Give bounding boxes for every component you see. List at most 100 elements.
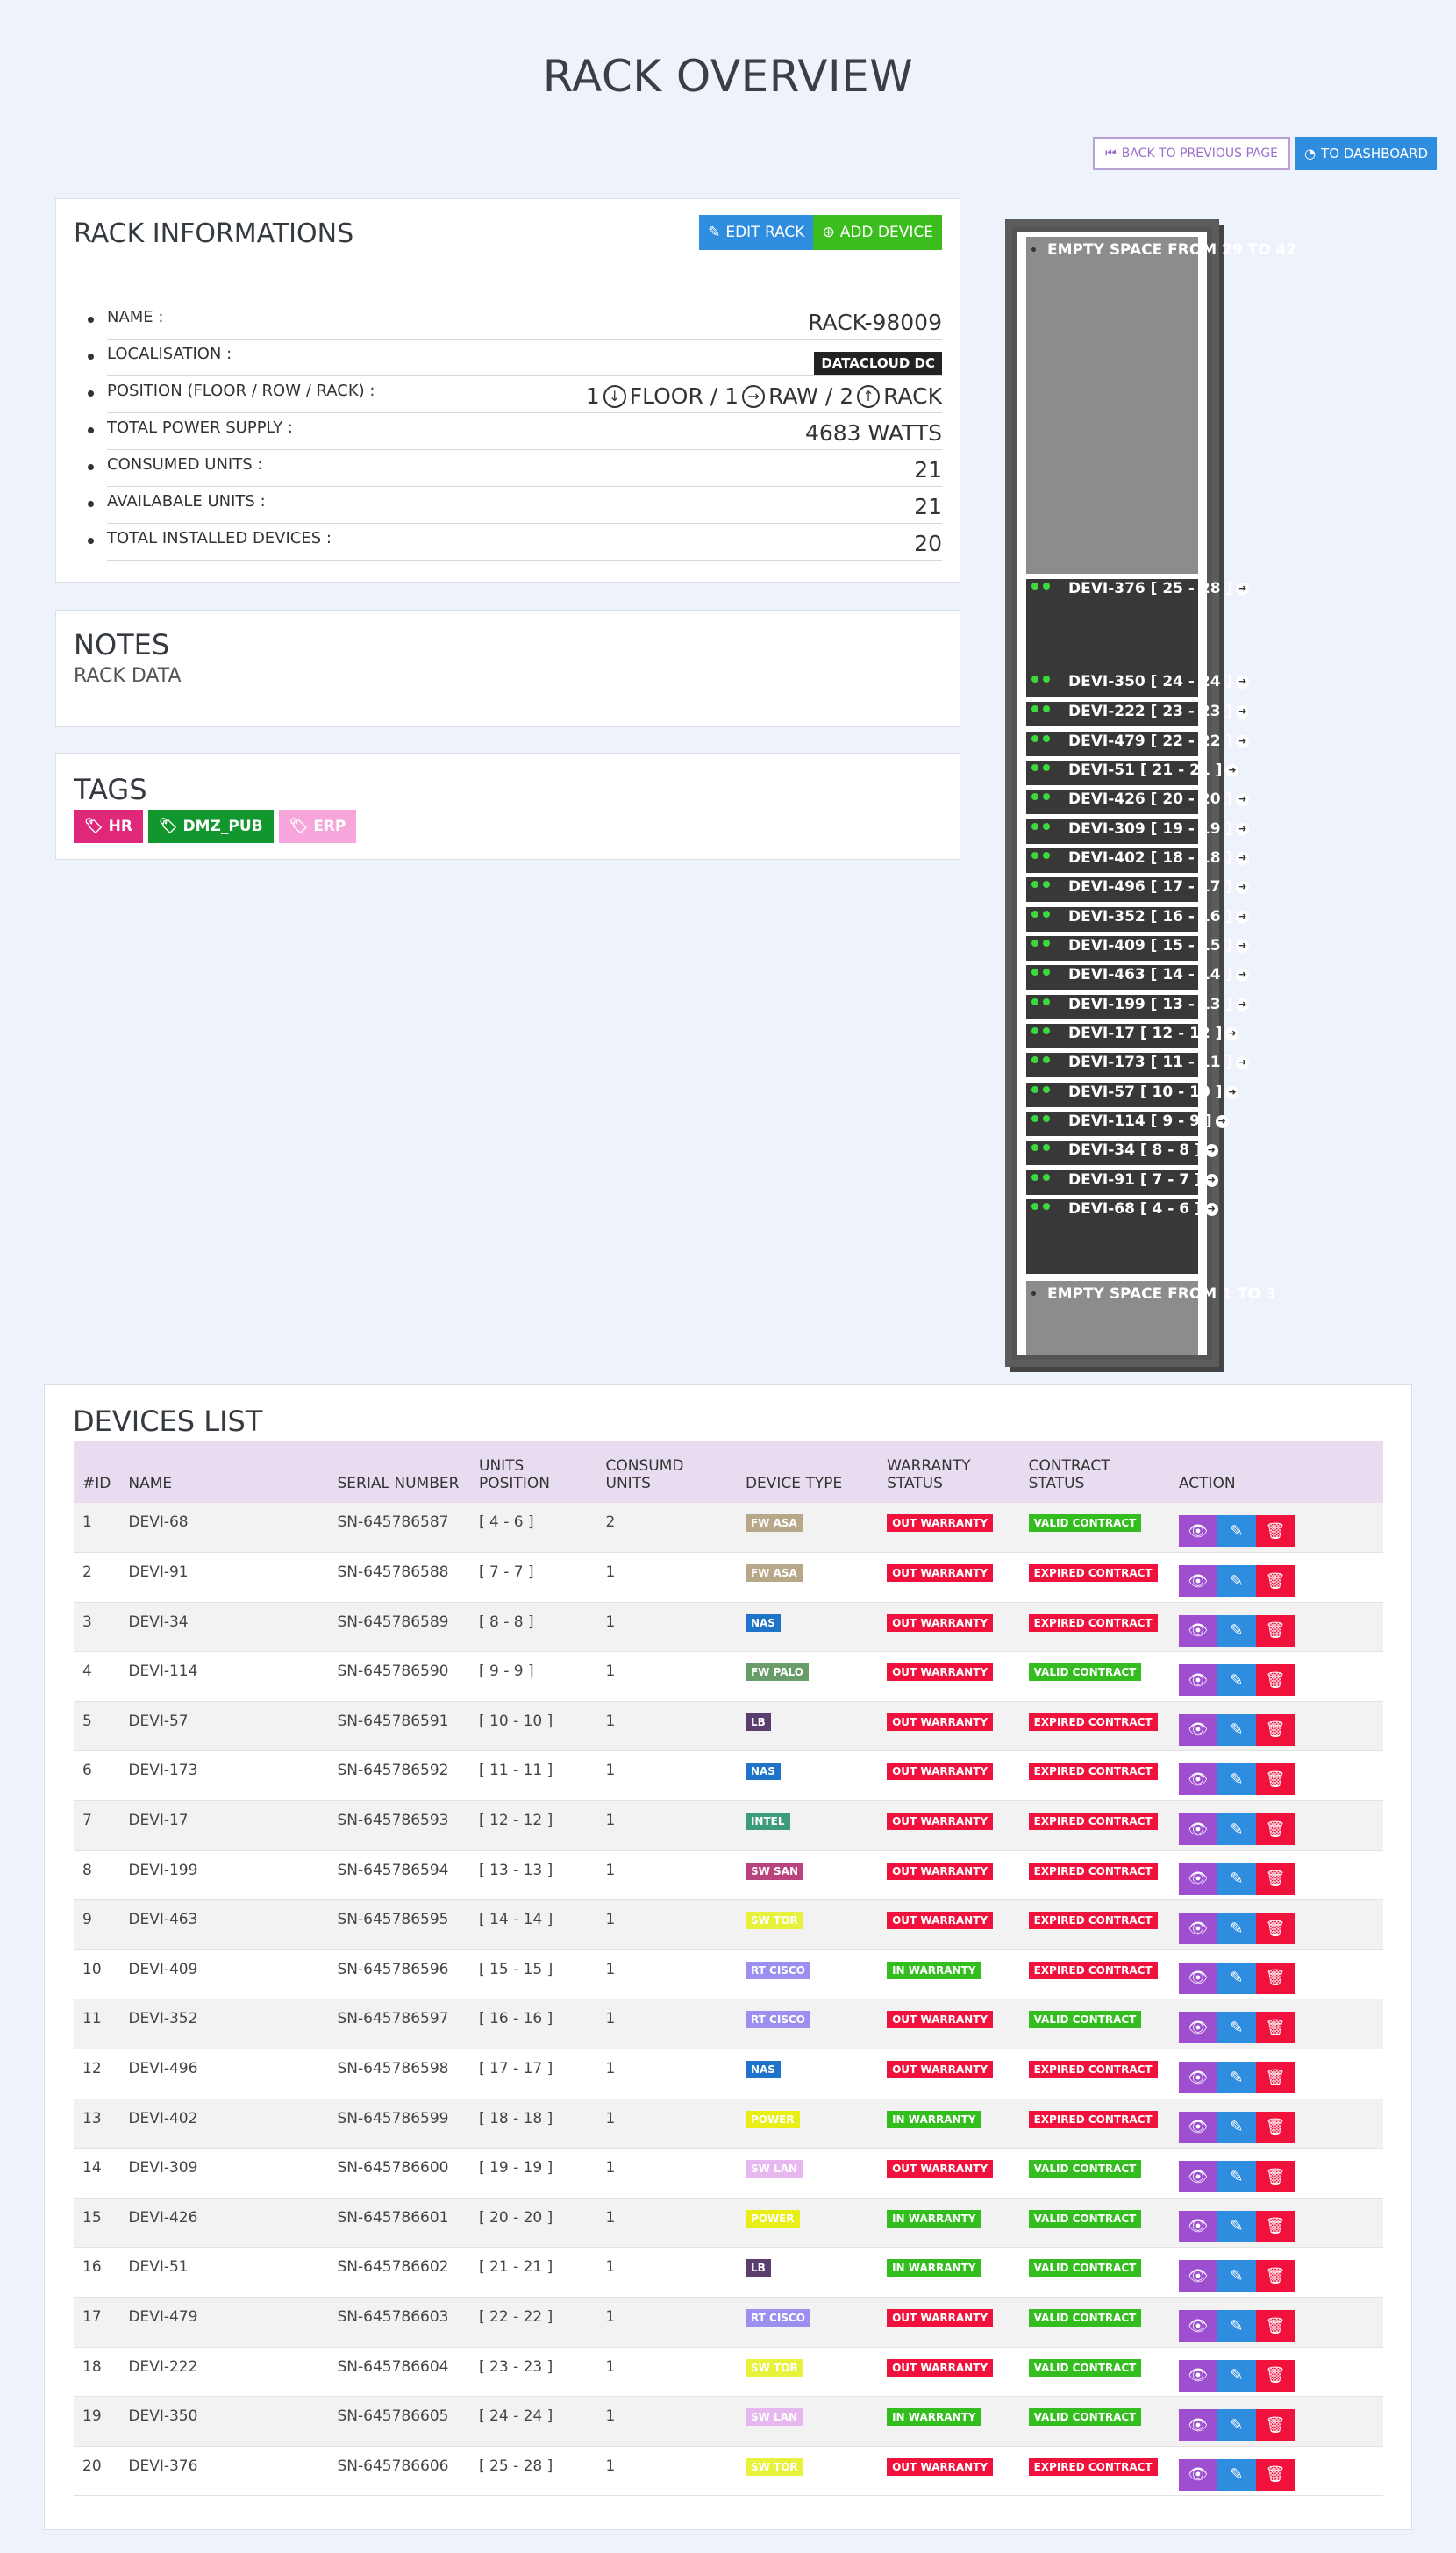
serial-number: SN-645786597 [337,2010,449,2028]
tag-hr[interactable]: 🏷 HR [74,810,143,843]
view-button[interactable]: 👁 [1178,1913,1217,1945]
row-id: 6 [82,1762,92,1780]
tag-erp[interactable]: 🏷 ERP [278,810,357,843]
edit-button[interactable]: ✎ [1217,1763,1256,1796]
view-button[interactable]: 👁 [1178,1863,1217,1895]
delete-button[interactable]: 🗑 [1255,1763,1295,1796]
edit-button[interactable]: ✎ [1217,1664,1256,1697]
rack-slot[interactable]: DEVI-402 [ 18 - 18 ] ➜ [1026,848,1250,873]
led-icon [1031,881,1038,888]
action-buttons: 👁 ✎ 🗑 [1178,2161,1374,2193]
edit-button[interactable]: ✎ [1217,1565,1256,1598]
delete-button[interactable]: 🗑 [1255,2359,1295,2392]
device-type-badge: NAS [745,1613,781,1632]
rack-slot[interactable]: DEVI-309 [ 19 - 19 ] ➜ [1026,819,1250,844]
rack-slot[interactable]: DEVI-199 [ 13 - 13 ] ➜ [1026,995,1250,1019]
edit-button[interactable]: ✎ [1217,2310,1256,2342]
rack-slot[interactable]: DEVI-91 [ 7 - 7 ] ➜ [1026,1170,1218,1195]
view-button[interactable]: 👁 [1178,1565,1217,1598]
view-button[interactable]: 👁 [1178,2409,1217,2442]
view-button[interactable]: 👁 [1178,1515,1217,1547]
led-icon [1043,998,1050,1005]
add-device-button[interactable]: ⊕ ADD DEVICE [813,215,942,250]
rack-slot[interactable]: DEVI-34 [ 8 - 8 ] ➜ [1026,1141,1218,1165]
edit-button[interactable]: ✎ [1217,2111,1256,2143]
table-row: 9 DEVI-463 SN-645786595 [ 14 - 14 ] 1 SW TOR O… [74,1899,1383,1950]
trash-icon: 🗑 [1265,1720,1286,1740]
edit-button[interactable]: ✎ [1217,1813,1256,1846]
delete-button[interactable]: 🗑 [1255,2210,1295,2242]
delete-button[interactable]: 🗑 [1255,1962,1295,1994]
view-button[interactable]: 👁 [1178,2161,1217,2193]
delete-button[interactable]: 🗑 [1255,2062,1295,2094]
edit-button[interactable]: ✎ [1217,2458,1256,2491]
warranty-badge-cell: IN WARRANTY [878,2099,1019,2149]
delete-button[interactable]: 🗑 [1255,1664,1295,1697]
action-cell: 👁 ✎ 🗑 [1170,2149,1383,2199]
view-button[interactable]: 👁 [1178,1962,1217,1994]
edit-button[interactable]: ✎ [1217,1863,1256,1895]
edit-button[interactable]: ✎ [1217,1614,1256,1647]
view-button[interactable]: 👁 [1178,1614,1217,1647]
edit-button[interactable]: ✎ [1217,2161,1256,2193]
rack-slot[interactable]: DEVI-376 [ 25 - 28 ] ➜ [1026,579,1250,676]
view-button[interactable]: 👁 [1178,2012,1217,2044]
rack-slot[interactable]: DEVI-463 [ 14 - 14 ] ➜ [1026,965,1250,990]
delete-button[interactable]: 🗑 [1255,1913,1295,1945]
delete-button[interactable]: 🗑 [1255,2310,1295,2342]
delete-button[interactable]: 🗑 [1255,1863,1295,1895]
delete-button[interactable]: 🗑 [1255,1614,1295,1647]
delete-button[interactable]: 🗑 [1255,2161,1295,2193]
rack-slot[interactable]: DEVI-352 [ 16 - 16 ] ➜ [1026,907,1250,932]
view-button[interactable]: 👁 [1178,2260,1217,2292]
delete-button[interactable]: 🗑 [1255,1515,1295,1547]
view-button[interactable]: 👁 [1178,2210,1217,2242]
edit-button[interactable]: ✎ [1217,1515,1256,1547]
view-button[interactable]: 👁 [1178,2062,1217,2094]
edit-button[interactable]: ✎ [1217,2062,1256,2094]
view-button[interactable]: 👁 [1178,1713,1217,1746]
delete-button[interactable]: 🗑 [1255,2111,1295,2143]
edit-button[interactable]: ✎ [1217,2260,1256,2292]
delete-button[interactable]: 🗑 [1255,2260,1295,2292]
view-button[interactable]: 👁 [1178,2359,1217,2392]
rack-slot[interactable]: DEVI-409 [ 15 - 15 ] ➜ [1026,936,1250,961]
edit-button[interactable]: ✎ [1217,2012,1256,2044]
consumed-units: 1 [605,2060,616,2078]
rack-slot[interactable]: DEVI-350 [ 24 - 24 ] ➜ [1026,672,1250,697]
rack-slot[interactable]: DEVI-51 [ 21 - 21 ] ➜ [1026,761,1239,785]
rack-slot[interactable]: DEVI-17 [ 12 - 12 ] ➜ [1026,1024,1239,1048]
dashboard-button[interactable]: ◔ TO DASHBOARD [1295,137,1437,170]
tag-dmz_pub[interactable]: 🏷 DMZ_PUB [147,810,274,843]
edit-button[interactable]: ✎ [1217,2210,1256,2242]
edit-button[interactable]: ✎ [1217,1713,1256,1746]
led-icon [1031,852,1038,859]
rack-slot[interactable]: DEVI-496 [ 17 - 17 ] ➜ [1026,877,1250,902]
delete-button[interactable]: 🗑 [1255,1813,1295,1846]
status-leds [1031,583,1050,590]
rack-slot[interactable]: DEVI-222 [ 23 - 23 ] ➜ [1026,702,1250,726]
delete-button[interactable]: 🗑 [1255,2458,1295,2491]
rack-slot[interactable]: DEVI-57 [ 10 - 10 ] ➜ [1026,1083,1239,1107]
delete-button[interactable]: 🗑 [1255,2409,1295,2442]
edit-button[interactable]: ✎ [1217,2409,1256,2442]
rack-slot[interactable]: DEVI-173 [ 11 - 11 ] ➜ [1026,1053,1250,1077]
delete-button[interactable]: 🗑 [1255,1565,1295,1598]
rack-slot[interactable]: DEVI-479 [ 22 - 22 ] ➜ [1026,732,1250,756]
edit-button[interactable]: ✎ [1217,2359,1256,2392]
view-button[interactable]: 👁 [1178,2310,1217,2342]
delete-button[interactable]: 🗑 [1255,1713,1295,1746]
rack-slot[interactable]: DEVI-114 [ 9 - 9 ] ➜ [1026,1112,1229,1136]
edit-button[interactable]: ✎ [1217,1913,1256,1945]
view-button[interactable]: 👁 [1178,1664,1217,1697]
view-button[interactable]: 👁 [1178,2458,1217,2491]
edit-rack-button[interactable]: ✎ EDIT RACK [699,215,814,250]
delete-button[interactable]: 🗑 [1255,2012,1295,2044]
rack-slot[interactable]: DEVI-426 [ 20 - 20 ] ➜ [1026,790,1250,814]
view-button[interactable]: 👁 [1178,1763,1217,1796]
view-button[interactable]: 👁 [1178,2111,1217,2143]
rack-slot[interactable]: DEVI-68 [ 4 - 6 ] ➜ [1026,1199,1218,1274]
edit-button[interactable]: ✎ [1217,1962,1256,1994]
view-button[interactable]: 👁 [1178,1813,1217,1846]
back-button[interactable]: ⏮ BACK TO PREVIOUS PAGE [1093,137,1291,170]
